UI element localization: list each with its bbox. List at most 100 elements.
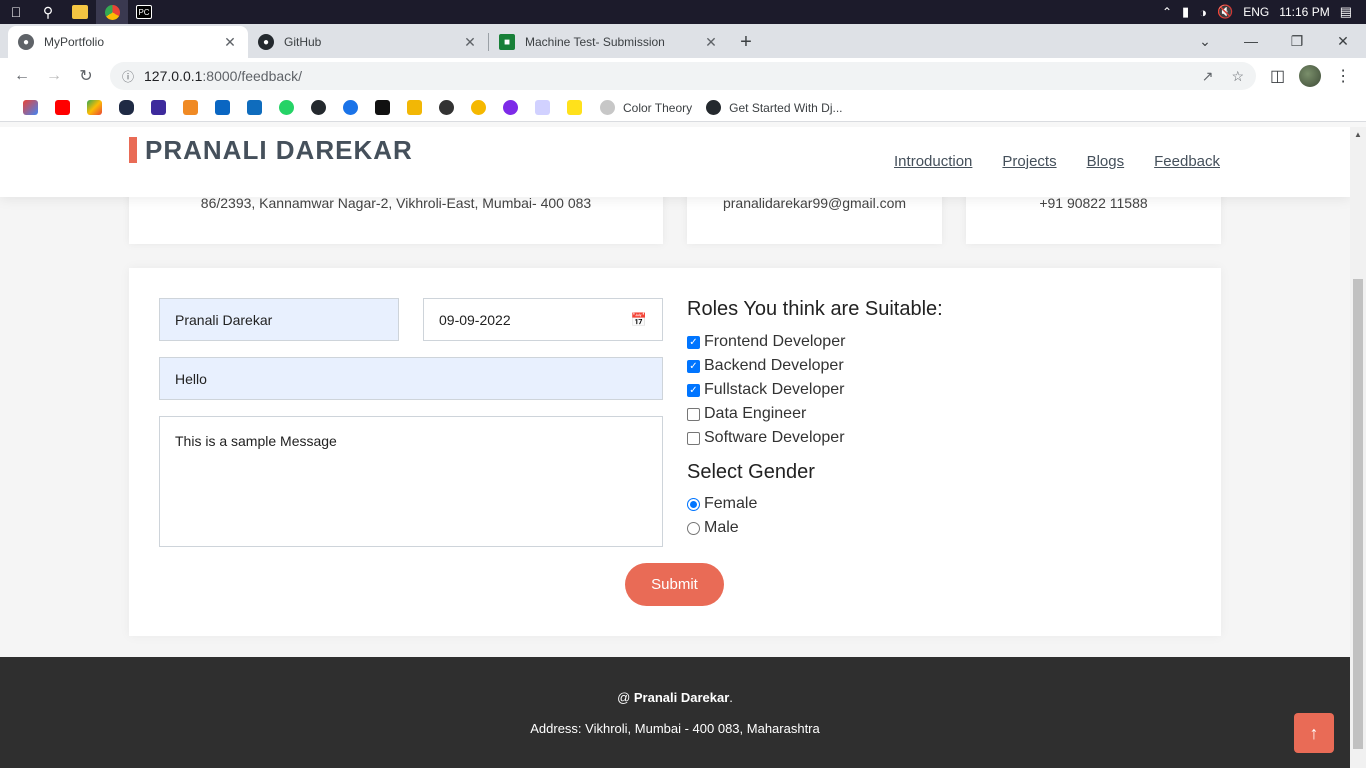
role-frontend[interactable]: ✓ Frontend Developer (687, 333, 845, 351)
outlook-icon[interactable] (238, 94, 270, 122)
roles-heading: Roles You think are Suitable: (687, 298, 943, 320)
role-fullstack[interactable]: ✓ Fullstack Developer (687, 381, 845, 399)
gmail-icon[interactable] (14, 94, 46, 122)
scrollbar-thumb[interactable] (1353, 279, 1363, 749)
nox-icon[interactable] (526, 94, 558, 122)
tab-title: Machine Test- Submission (525, 35, 665, 49)
gender-male[interactable]: Male (687, 519, 739, 537)
checkbox-unchecked[interactable] (687, 431, 700, 445)
submit-button[interactable]: Submit (625, 563, 724, 606)
chrome-icon[interactable] (96, 0, 128, 24)
chevron-up-icon[interactable]: ⌃ (1162, 5, 1172, 19)
role-label: Data Engineer (704, 405, 807, 422)
close-window-icon[interactable]: ✕ (1320, 33, 1366, 50)
calendar-icon[interactable]: 📅 (631, 312, 647, 328)
date-value: 09-09-2022 (439, 311, 511, 328)
bookmark-color-theory[interactable]: Color Theory (600, 100, 692, 115)
language-indicator[interactable]: ENG (1243, 5, 1269, 19)
name-input[interactable]: Pranali Darekar (159, 298, 399, 341)
close-tab-icon[interactable]: ✕ (462, 34, 478, 51)
subject-input[interactable]: Hello (159, 357, 663, 400)
role-label: Backend Developer (704, 357, 844, 374)
footer-name: Pranali Darekar (633, 690, 730, 705)
browser-toolbar: ← → ↻ ⓘ 127.0.0.1 :8000/feedback/ ↗ ☆ ◫ … (0, 58, 1366, 94)
maps-icon[interactable] (78, 94, 110, 122)
browser-tab-strip: ● MyPortfolio ✕ ● GitHub ✕ ■ Machine Tes… (0, 24, 1366, 58)
side-panel-icon[interactable]: ◫ (1270, 66, 1285, 86)
cloud-icon[interactable] (110, 94, 142, 122)
tab-myportfolio[interactable]: ● MyPortfolio ✕ (8, 26, 248, 58)
phone-text[interactable]: +91 90822 11588 (966, 195, 1221, 211)
nav-projects[interactable]: Projects (1002, 153, 1056, 170)
site-logo[interactable]: PRANALI DAREKAR (129, 134, 413, 165)
footer-address: Address: Vikhroli, Mumbai - 400 083, Mah… (530, 721, 820, 736)
x-icon[interactable] (366, 94, 398, 122)
footer-copyright: @ Pranali Darekar. (0, 690, 1350, 705)
tab-machine-test[interactable]: ■ Machine Test- Submission ✕ (489, 26, 729, 58)
scroll-up-icon[interactable]: ▲ (1350, 127, 1366, 143)
notifications-icon[interactable]: ▤ (1340, 4, 1352, 20)
file-explorer-icon[interactable] (64, 0, 96, 24)
apple-icon[interactable]:  (0, 0, 32, 24)
footer-prefix: @ (617, 690, 634, 705)
logo-text: PRANALI DAREKAR (145, 134, 413, 165)
linkedin-icon[interactable] (206, 94, 238, 122)
minimize-icon[interactable]: — (1228, 33, 1274, 49)
github-icon[interactable] (302, 94, 334, 122)
canva-icon[interactable] (494, 94, 526, 122)
v-icon[interactable] (142, 94, 174, 122)
whatsapp-icon[interactable] (270, 94, 302, 122)
nav-blogs[interactable]: Blogs (1087, 153, 1125, 170)
back-to-top-button[interactable]: ↑ (1294, 713, 1334, 753)
vue-icon[interactable] (174, 94, 206, 122)
drone-icon[interactable] (430, 94, 462, 122)
volume-muted-icon[interactable]: 🔇 (1217, 4, 1233, 20)
tab-title: GitHub (284, 35, 322, 49)
share-icon[interactable]: ↗ (1202, 68, 1214, 85)
gender-label: Male (704, 519, 739, 536)
gender-female[interactable]: Female (687, 495, 757, 513)
date-input[interactable]: 09-09-2022 📅 (423, 298, 663, 341)
reload-icon[interactable]: ↻ (70, 60, 102, 92)
coin-icon[interactable] (462, 94, 494, 122)
checkbox-checked[interactable]: ✓ (687, 335, 700, 349)
clock[interactable]: 11:16 PM (1279, 5, 1329, 19)
radio-selected[interactable] (687, 497, 700, 511)
checkbox-unchecked[interactable] (687, 407, 700, 421)
role-data-engineer[interactable]: Data Engineer (687, 405, 806, 423)
grammarly-icon[interactable] (334, 94, 366, 122)
nav-feedback[interactable]: Feedback (1154, 153, 1220, 170)
profile-avatar[interactable] (1299, 65, 1322, 87)
restore-icon[interactable]: ❐ (1274, 33, 1320, 50)
radio-unselected[interactable] (687, 521, 700, 535)
flipkart-icon[interactable] (558, 94, 590, 122)
message-textarea[interactable]: This is a sample Message (159, 416, 663, 547)
bookmark-label: Color Theory (623, 100, 693, 115)
close-tab-icon[interactable]: ✕ (222, 34, 238, 51)
back-icon[interactable]: ← (6, 60, 38, 92)
site-info-icon[interactable]: ⓘ (122, 68, 134, 85)
nav-introduction[interactable]: Introduction (894, 153, 972, 170)
forward-icon[interactable]: → (38, 60, 70, 92)
bookmark-get-started-django[interactable]: Get Started With Dj... (706, 100, 843, 115)
bookmark-star-icon[interactable]: ☆ (1231, 68, 1244, 85)
pycharm-icon[interactable]: PC (128, 0, 160, 24)
site-header: PRANALI DAREKAR Introduction Projects Bl… (0, 127, 1350, 197)
new-tab-icon[interactable]: + (729, 26, 763, 58)
wifi-icon[interactable]: ◑ (1199, 5, 1207, 20)
chart-icon[interactable] (398, 94, 430, 122)
page-scrollbar[interactable]: ▲ (1350, 127, 1366, 768)
more-menu-icon[interactable]: ⋮ (1335, 66, 1351, 86)
address-bar[interactable]: ⓘ 127.0.0.1 :8000/feedback/ ↗ ☆ (110, 62, 1256, 90)
battery-icon[interactable]: ▮ (1182, 4, 1189, 20)
tab-search-icon[interactable]: ⌄ (1182, 33, 1228, 50)
role-backend[interactable]: ✓ Backend Developer (687, 357, 844, 375)
email-text[interactable]: pranalidarekar99@gmail.com (687, 195, 942, 211)
tab-github[interactable]: ● GitHub ✕ (248, 26, 488, 58)
close-tab-icon[interactable]: ✕ (703, 34, 719, 51)
checkbox-checked[interactable]: ✓ (687, 383, 700, 397)
role-software-developer[interactable]: Software Developer (687, 429, 845, 447)
search-icon[interactable]: ⚲ (32, 0, 64, 24)
youtube-icon[interactable] (46, 94, 78, 122)
checkbox-checked[interactable]: ✓ (687, 359, 700, 373)
